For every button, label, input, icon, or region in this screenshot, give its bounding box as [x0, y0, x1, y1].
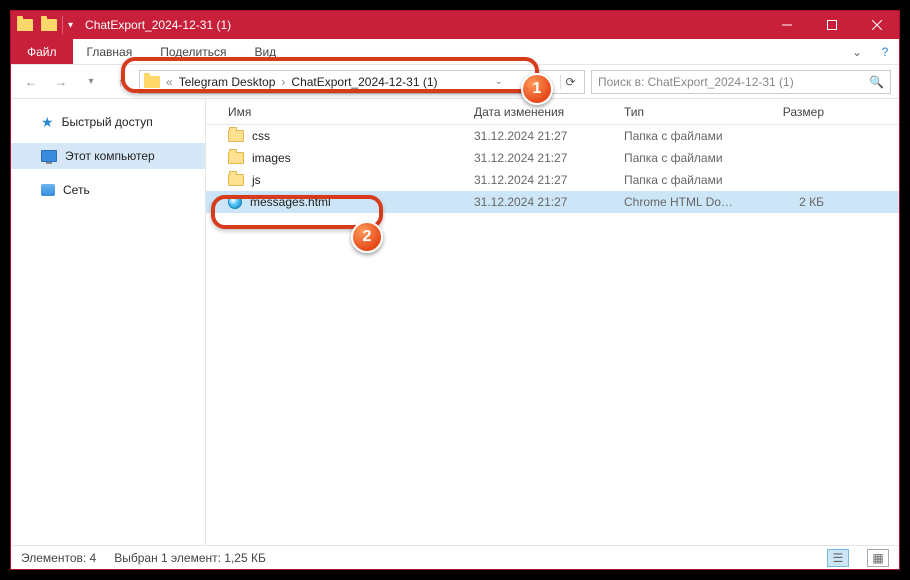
tab-view[interactable]: Вид: [240, 39, 290, 64]
nav-history-dropdown[interactable]: ▾: [79, 70, 103, 94]
callout-badge-2: 2: [351, 221, 383, 253]
file-date: 31.12.2024 21:27: [474, 195, 624, 209]
sidebar-this-pc-label: Этот компьютер: [65, 149, 155, 163]
file-rows: css31.12.2024 21:27Папка с файламиimages…: [206, 125, 899, 213]
nav-forward-button[interactable]: →: [49, 70, 73, 94]
breadcrumb-current[interactable]: ChatExport_2024-12-31 (1): [291, 75, 437, 89]
file-row[interactable]: messages.html 31.12.2024 21:27Chrome HTML…: [206, 191, 899, 213]
view-large-icons-button[interactable]: ▦: [867, 549, 889, 567]
refresh-button[interactable]: ⟳: [560, 75, 580, 89]
file-date: 31.12.2024 21:27: [474, 173, 624, 187]
status-bar: Элементов: 4 Выбран 1 элемент: 1,25 КБ ☰…: [11, 545, 899, 569]
sidebar-quick-access-label: Быстрый доступ: [62, 115, 153, 129]
nav-back-button[interactable]: ←: [19, 70, 43, 94]
callout-badge-1: 1: [521, 73, 553, 105]
file-name: css: [252, 129, 270, 143]
network-icon: [41, 184, 55, 196]
file-row[interactable]: js 31.12.2024 21:27Папка с файлами: [206, 169, 899, 191]
file-row[interactable]: images 31.12.2024 21:27Папка с файлами: [206, 147, 899, 169]
file-name: images: [252, 151, 291, 165]
navigation-pane: ★ Быстрый доступ Этот компьютер Сеть: [11, 99, 206, 545]
file-size: 2 КБ: [742, 195, 842, 209]
breadcrumb-overflow[interactable]: «: [166, 75, 173, 89]
folder-icon: [228, 152, 244, 164]
status-elements: Элементов: 4: [21, 551, 96, 565]
sidebar-quick-access[interactable]: ★ Быстрый доступ: [11, 109, 205, 135]
file-date: 31.12.2024 21:27: [474, 151, 624, 165]
folder-icon: [228, 174, 244, 186]
column-size[interactable]: Размер: [742, 105, 842, 119]
file-type: Папка с файлами: [624, 173, 742, 187]
help-icon[interactable]: ?: [871, 39, 899, 64]
file-row-name-cell: js: [206, 173, 474, 187]
html-file-icon: [228, 195, 242, 209]
file-row-name-cell: messages.html: [206, 195, 474, 209]
tab-home[interactable]: Главная: [73, 39, 147, 64]
file-type: Папка с файлами: [624, 151, 742, 165]
sidebar-this-pc[interactable]: Этот компьютер: [11, 143, 205, 169]
status-selected: Выбран 1 элемент: 1,25 КБ: [114, 551, 266, 565]
ribbon-tabs: Файл Главная Поделиться Вид ⌄ ?: [11, 39, 899, 65]
app-icon: [17, 19, 33, 31]
minimize-button[interactable]: [764, 11, 809, 39]
column-date[interactable]: Дата изменения: [474, 105, 624, 119]
breadcrumb-telegram-desktop[interactable]: Telegram Desktop: [179, 75, 276, 89]
file-row[interactable]: css 31.12.2024 21:27Папка с файлами: [206, 125, 899, 147]
column-name[interactable]: Имя: [206, 105, 474, 119]
qat-dropdown-icon[interactable]: ▾: [68, 20, 73, 31]
titlebar: ▾ ChatExport_2024-12-31 (1): [11, 11, 899, 39]
maximize-button[interactable]: [809, 11, 854, 39]
file-name: js: [252, 173, 261, 187]
file-row-name-cell: images: [206, 151, 474, 165]
address-dropdown-icon[interactable]: ⌄: [495, 76, 503, 87]
column-headers: Имя Дата изменения Тип Размер: [206, 99, 899, 125]
file-type: Папка с файлами: [624, 129, 742, 143]
sidebar-network-label: Сеть: [63, 183, 90, 197]
breadcrumb-separator-icon[interactable]: ›: [281, 75, 285, 89]
monitor-icon: [41, 150, 57, 162]
file-row-name-cell: css: [206, 129, 474, 143]
address-box[interactable]: « Telegram Desktop › ChatExport_2024-12-…: [139, 70, 585, 94]
view-details-button[interactable]: ☰: [827, 549, 849, 567]
qat-separator: [62, 16, 63, 34]
ribbon-expand-icon[interactable]: ⌄: [843, 39, 871, 64]
file-type: Chrome HTML Do…: [624, 195, 742, 209]
column-type[interactable]: Тип: [624, 105, 742, 119]
address-bar-row: ← → ▾ ↑ « Telegram Desktop › ChatExport_…: [11, 65, 899, 99]
nav-up-button[interactable]: ↑: [109, 70, 133, 94]
file-menu-button[interactable]: Файл: [11, 39, 73, 64]
star-icon: ★: [41, 114, 54, 131]
file-list-pane: Имя Дата изменения Тип Размер css 31.12.2…: [206, 99, 899, 545]
quick-access-toolbar: ▾: [11, 16, 79, 34]
folder-icon: [228, 130, 244, 142]
tab-share[interactable]: Поделиться: [146, 39, 240, 64]
window-title: ChatExport_2024-12-31 (1): [79, 18, 231, 32]
sidebar-network[interactable]: Сеть: [11, 177, 205, 203]
close-button[interactable]: [854, 11, 899, 39]
qat-folder-icon[interactable]: [41, 19, 57, 31]
file-date: 31.12.2024 21:27: [474, 129, 624, 143]
search-icon[interactable]: 🔍: [869, 75, 884, 89]
explorer-body: ★ Быстрый доступ Этот компьютер Сеть Имя…: [11, 99, 899, 545]
file-explorer-window: ▾ ChatExport_2024-12-31 (1) Файл Главная…: [10, 10, 900, 570]
search-placeholder: Поиск в: ChatExport_2024-12-31 (1): [598, 75, 869, 89]
search-input[interactable]: Поиск в: ChatExport_2024-12-31 (1) 🔍: [591, 70, 891, 94]
address-folder-icon: [144, 76, 160, 88]
file-name: messages.html: [250, 195, 331, 209]
